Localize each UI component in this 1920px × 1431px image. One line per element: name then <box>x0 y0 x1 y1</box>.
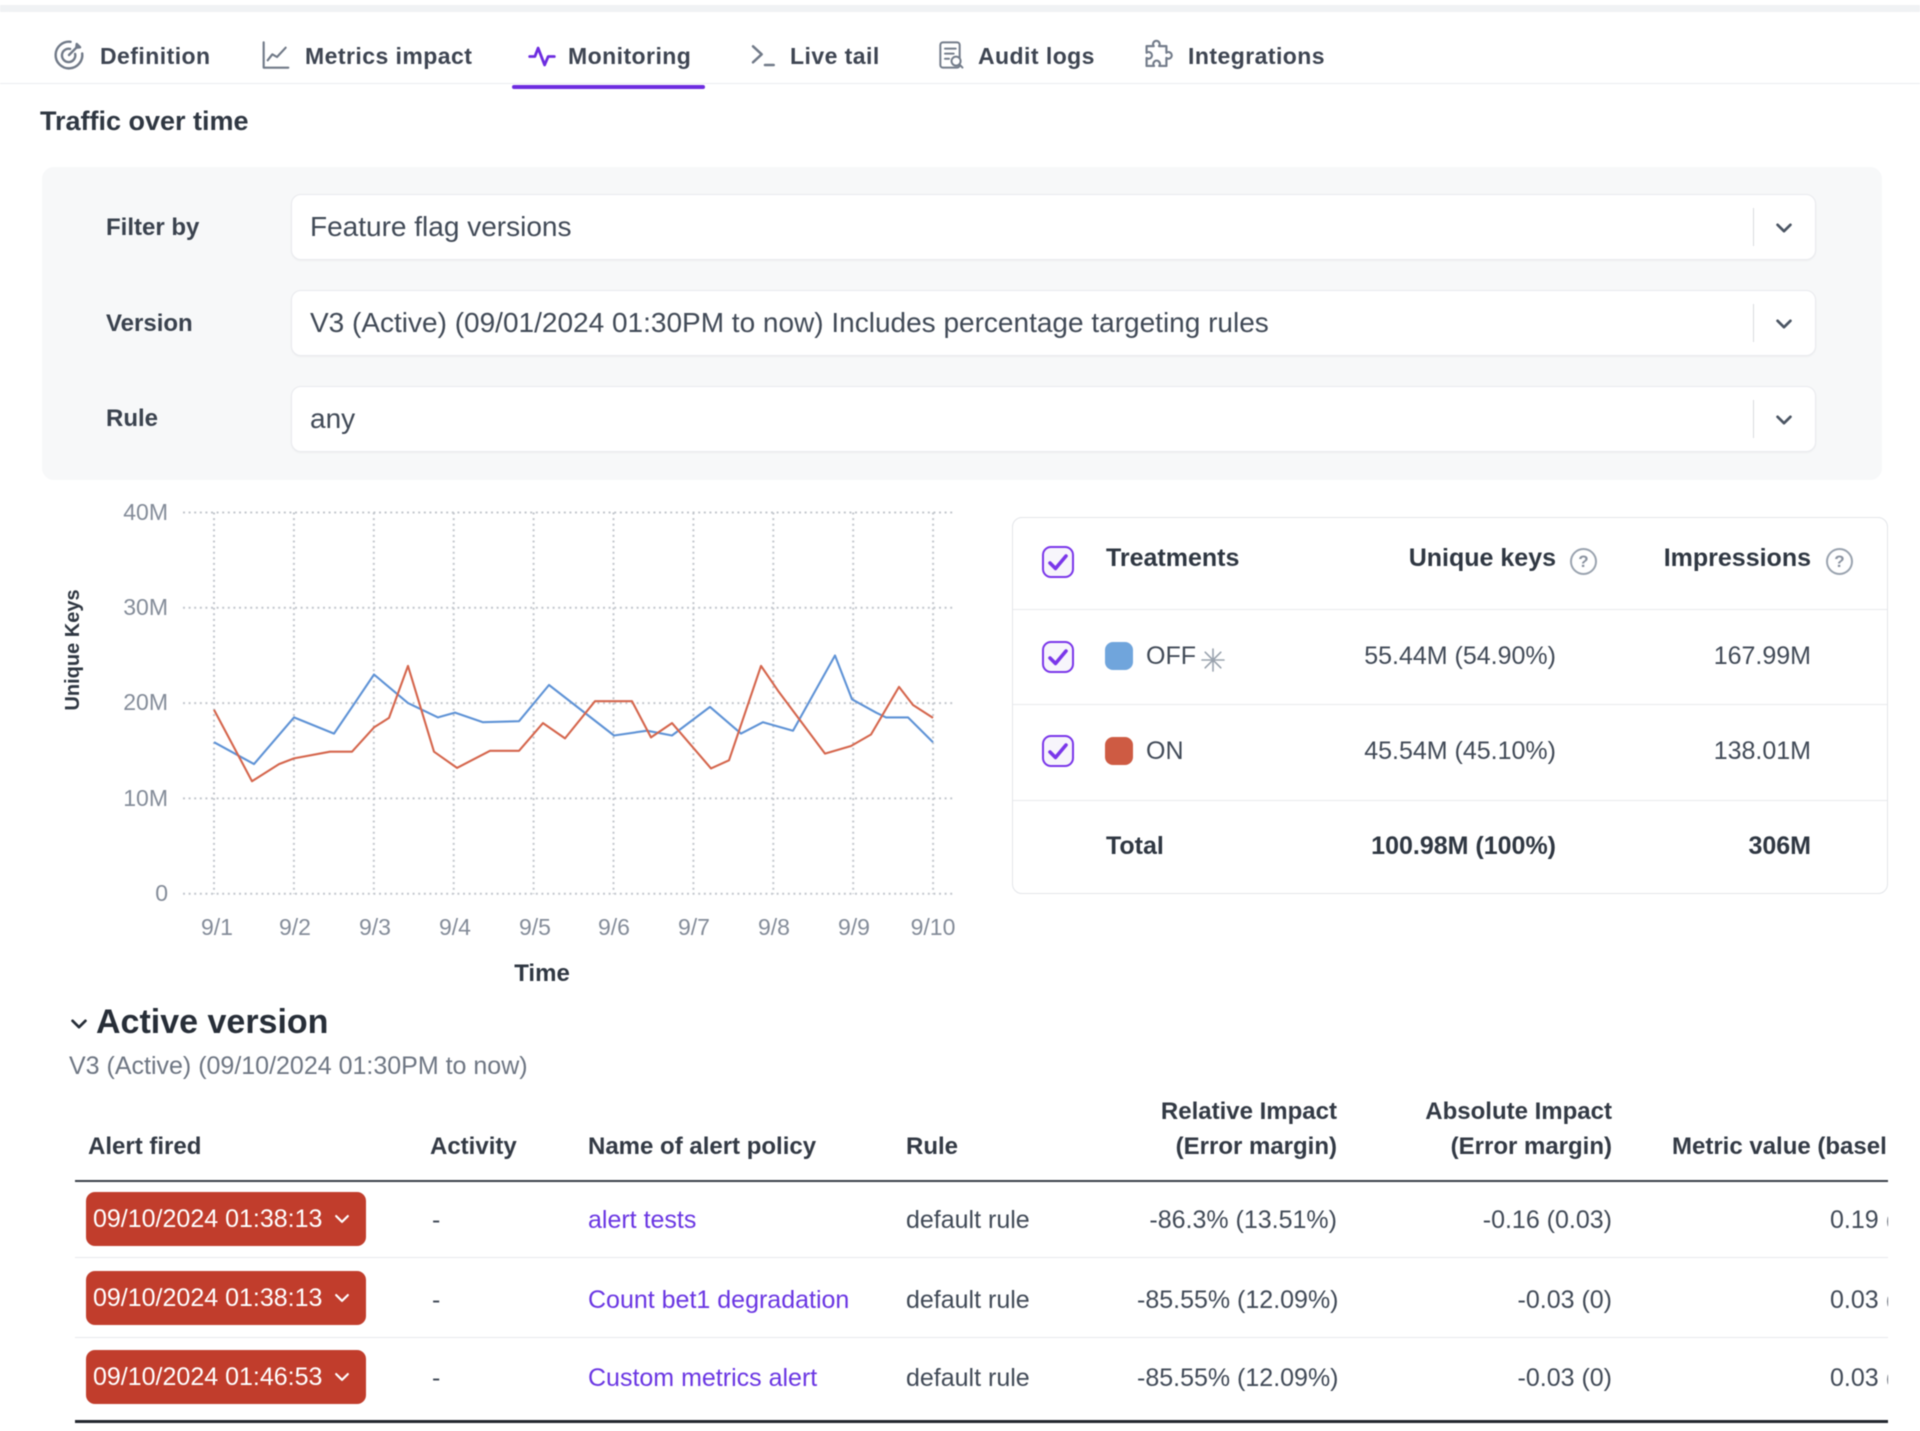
svg-text:40M: 40M <box>123 499 168 525</box>
svg-text:Unique Keys: Unique Keys <box>62 589 84 710</box>
svg-text:9/5: 9/5 <box>519 914 551 940</box>
svg-text:20M: 20M <box>123 689 168 715</box>
svg-text:9/2: 9/2 <box>279 914 311 940</box>
svg-text:9/9: 9/9 <box>838 914 870 940</box>
svg-text:9/7: 9/7 <box>678 914 710 940</box>
svg-text:Time: Time <box>514 960 570 987</box>
svg-text:0: 0 <box>155 880 168 906</box>
svg-text:9/8: 9/8 <box>758 914 790 940</box>
svg-text:9/4: 9/4 <box>439 914 471 940</box>
svg-text:9/10: 9/10 <box>911 914 956 940</box>
svg-text:10M: 10M <box>123 785 168 811</box>
svg-text:30M: 30M <box>123 594 168 620</box>
svg-text:9/6: 9/6 <box>598 914 630 940</box>
svg-text:9/3: 9/3 <box>359 914 391 940</box>
svg-text:9/1: 9/1 <box>201 914 233 940</box>
